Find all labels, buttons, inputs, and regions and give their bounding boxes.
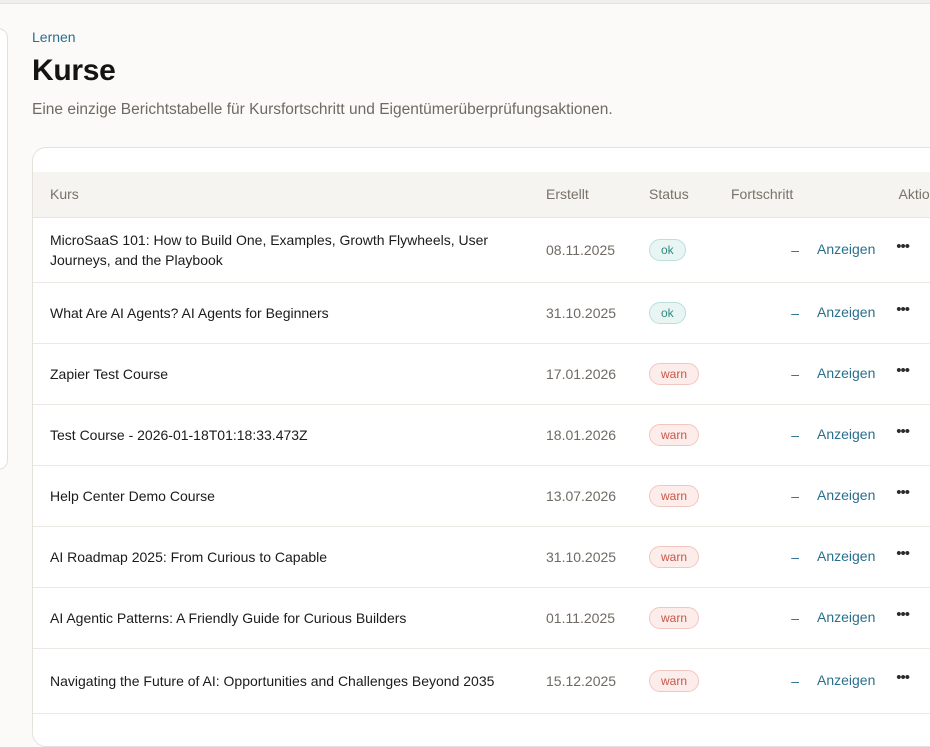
more-options-icon[interactable]: ••• [896, 238, 910, 255]
created-date: 31.10.2025 [546, 548, 617, 565]
created-date: 18.01.2026 [546, 426, 617, 443]
status-badge: warn [649, 484, 700, 507]
progress-value: – [791, 487, 799, 504]
page-subtitle: Eine einzige Berichtstabelle für Kursfor… [32, 101, 613, 118]
header-status[interactable]: Status [649, 172, 731, 218]
courses-card: Kurs Erstellt Status Fortschritt Aktione… [32, 147, 930, 747]
course-name[interactable]: AI Agentic Patterns: A Friendly Guide fo… [50, 608, 526, 628]
more-options-icon[interactable]: ••• [896, 423, 910, 440]
header-actions: Aktionen [817, 172, 930, 218]
more-options-icon[interactable]: ••• [896, 362, 910, 379]
view-course-link[interactable]: Anzeigen [817, 548, 875, 564]
table-row[interactable]: Test Course - 2026-01-18T01:18:33.473Z 1… [33, 404, 930, 466]
view-course-link[interactable]: Anzeigen [817, 609, 875, 625]
side-panel [0, 28, 8, 470]
table-row[interactable]: Help Center Demo Course 13.07.2026 warn … [33, 465, 930, 527]
status-badge: warn [649, 423, 700, 446]
table-row[interactable]: Zapier Test Course 17.01.2026 warn – Anz… [33, 343, 930, 405]
header-progress[interactable]: Fortschritt [731, 172, 817, 218]
course-name[interactable]: Navigating the Future of AI: Opportuniti… [50, 671, 526, 691]
more-options-icon[interactable]: ••• [896, 301, 910, 318]
table-row[interactable]: Navigating the Future of AI: Opportuniti… [33, 648, 930, 714]
more-options-icon[interactable]: ••• [896, 545, 910, 562]
progress-value: – [791, 365, 799, 382]
page-title: Kurse [32, 54, 116, 87]
view-course-link[interactable]: Anzeigen [817, 426, 875, 442]
course-name[interactable]: Help Center Demo Course [50, 486, 526, 506]
more-options-icon[interactable]: ••• [896, 484, 910, 501]
breadcrumb-lernen[interactable]: Lernen [32, 29, 76, 45]
more-options-icon[interactable]: ••• [896, 606, 910, 623]
courses-table: Kurs Erstellt Status Fortschritt Aktione… [33, 172, 930, 714]
view-course-link[interactable]: Anzeigen [817, 365, 875, 381]
progress-value: – [791, 548, 799, 565]
status-badge: warn [649, 362, 700, 385]
view-course-link[interactable]: Anzeigen [817, 304, 875, 320]
progress-value: – [791, 304, 799, 321]
table-row[interactable]: AI Agentic Patterns: A Friendly Guide fo… [33, 587, 930, 649]
view-course-link[interactable]: Anzeigen [817, 241, 875, 257]
course-name[interactable]: AI Roadmap 2025: From Curious to Capable [50, 547, 526, 567]
progress-value: – [791, 426, 799, 443]
created-date: 31.10.2025 [546, 304, 617, 321]
status-badge: warn [649, 545, 700, 568]
progress-value: – [791, 672, 799, 689]
header-course[interactable]: Kurs [33, 172, 546, 218]
top-divider [0, 0, 930, 4]
created-date: 13.07.2026 [546, 487, 617, 504]
table-row[interactable]: AI Roadmap 2025: From Curious to Capable… [33, 526, 930, 588]
created-date: 17.01.2026 [546, 365, 617, 382]
status-badge: warn [649, 606, 700, 629]
table-header-row: Kurs Erstellt Status Fortschritt Aktione… [33, 172, 930, 218]
created-date: 15.12.2025 [546, 672, 617, 689]
course-name[interactable]: What Are AI Agents? AI Agents for Beginn… [50, 303, 526, 323]
status-badge: ok [649, 238, 686, 261]
view-course-link[interactable]: Anzeigen [817, 487, 875, 503]
table-row[interactable]: What Are AI Agents? AI Agents for Beginn… [33, 282, 930, 344]
status-badge: ok [649, 301, 686, 324]
created-date: 08.11.2025 [546, 241, 616, 258]
progress-value: – [791, 609, 799, 626]
course-name[interactable]: MicroSaaS 101: How to Build One, Example… [50, 230, 526, 270]
header-created[interactable]: Erstellt [546, 172, 649, 218]
course-name[interactable]: Test Course - 2026-01-18T01:18:33.473Z [50, 425, 526, 445]
course-name[interactable]: Zapier Test Course [50, 364, 526, 384]
progress-value: – [791, 241, 799, 258]
more-options-icon[interactable]: ••• [896, 669, 910, 686]
status-badge: warn [649, 669, 700, 692]
view-course-link[interactable]: Anzeigen [817, 672, 875, 688]
created-date: 01.11.2025 [546, 609, 616, 626]
table-row[interactable]: MicroSaaS 101: How to Build One, Example… [33, 217, 930, 283]
